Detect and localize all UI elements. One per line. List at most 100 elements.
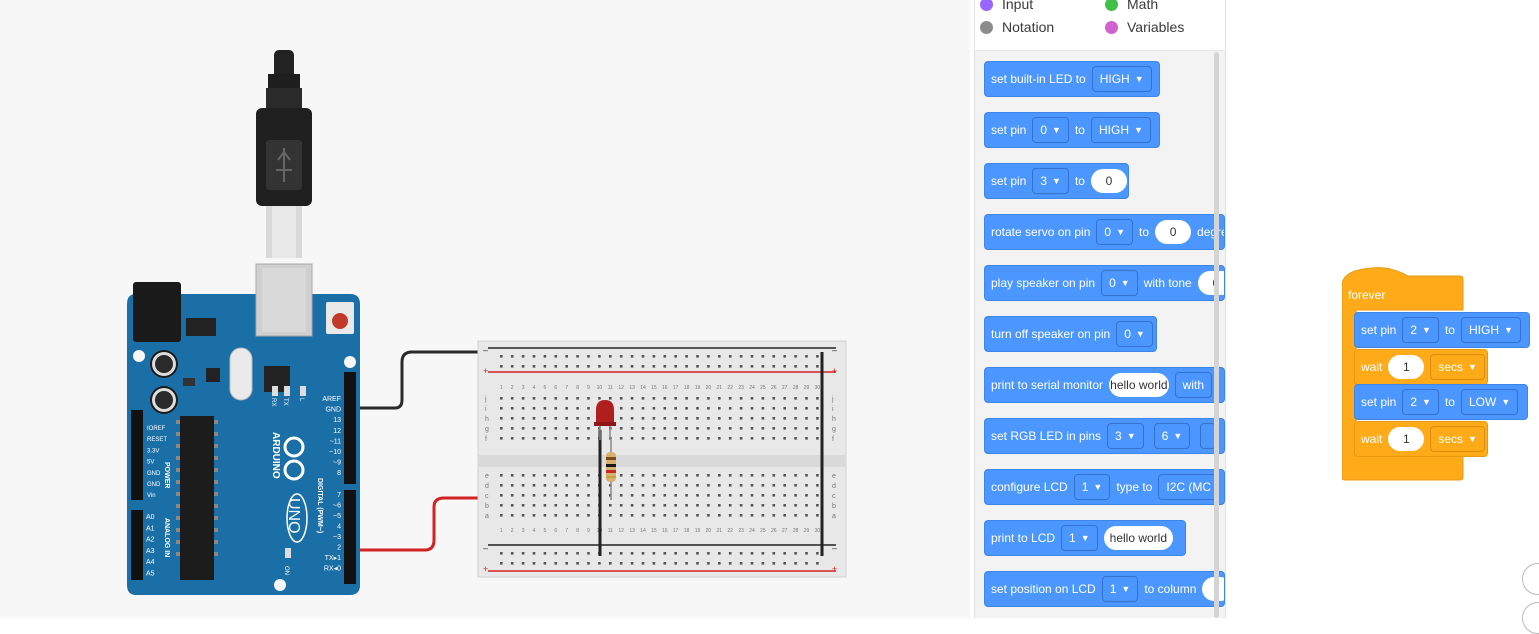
column-label: 4 (533, 528, 536, 534)
angle-input[interactable]: 0 (1155, 220, 1192, 244)
block-print-lcd[interactable]: print to LCD 1 ▼ hello world (984, 520, 1186, 556)
text-input[interactable]: hello world (1103, 526, 1173, 550)
ws-wait-2[interactable]: wait 1 secs ▼ (1354, 421, 1488, 457)
ws-set-pin-high[interactable]: set pin 2 ▼ to HIGH ▼ (1354, 312, 1530, 348)
lcd-dropdown[interactable]: 1 ▼ (1101, 576, 1139, 602)
breadboard-hole (696, 562, 699, 565)
caret-down-icon: ▼ (1121, 584, 1131, 594)
block-rotate-servo[interactable]: rotate servo on pin 0 ▼ to 0 degre (984, 214, 1225, 250)
breadboard-hole (663, 437, 667, 440)
breadboard-hole (630, 437, 634, 440)
block-set-position-lcd[interactable]: set position on LCD 1 ▼ to column (984, 571, 1225, 607)
breadboard[interactable]: – + – + – + – + (477, 340, 847, 578)
breadboard-hole (510, 407, 514, 410)
pin-dropdown[interactable]: 0 ▼ (1032, 117, 1069, 143)
breadboard-hole (707, 514, 710, 517)
category-math[interactable]: Math (1105, 0, 1158, 12)
breadboard-hole (696, 397, 699, 400)
column-label: 13 (629, 385, 635, 391)
state-dropdown[interactable]: LOW ▼ (1460, 389, 1519, 415)
breadboard-hole (619, 365, 623, 368)
breadboard-hole (598, 562, 601, 565)
block-label: set pin (1361, 395, 1397, 409)
circuit-canvas[interactable]: ARDUINO UNO POWER ANALOG IN DIGITAL (PWM… (0, 0, 970, 618)
pin-dropdown[interactable]: 0 ▼ (1101, 270, 1138, 296)
breadboard-hole (805, 552, 808, 555)
block-print-serial[interactable]: print to serial monitor hello world with (984, 367, 1225, 403)
breadboard-hole (510, 514, 514, 517)
value-input[interactable]: 0 (1090, 169, 1127, 193)
ws-wait-1[interactable]: wait 1 secs ▼ (1354, 349, 1488, 385)
block-set-pin-analog[interactable]: set pin 3 ▼ to 0 (984, 163, 1129, 199)
pin-dropdown[interactable]: 2 ▼ (1402, 317, 1439, 343)
breadboard-hole (576, 484, 579, 487)
breadboard-hole (696, 417, 699, 420)
lcd-dropdown[interactable]: 1 ▼ (1073, 474, 1111, 500)
lcd-type-dropdown[interactable]: I2C (MC (1158, 474, 1220, 500)
block-palette[interactable]: Input Math Notation Variables set built-… (974, 0, 1226, 618)
breadboard-hole (500, 474, 503, 477)
breadboard-hole (630, 355, 634, 358)
pin-dropdown[interactable]: 2 ▼ (1402, 389, 1439, 415)
breadboard-hole (532, 437, 536, 440)
wait-value-input[interactable]: 1 (1388, 355, 1425, 379)
column-label: 27 (782, 528, 788, 534)
pin-dropdown[interactable]: 0 ▼ (1096, 219, 1134, 245)
column-label: 9 (587, 528, 590, 534)
breadboard-hole (532, 484, 536, 487)
lcd-dropdown[interactable]: 1 ▼ (1061, 525, 1098, 551)
breadboard-hole (674, 397, 677, 400)
block-configure-lcd[interactable]: configure LCD 1 ▼ type to I2C (MC (984, 469, 1225, 505)
unit-dropdown[interactable]: secs ▼ (1430, 354, 1485, 380)
red-pin-dropdown[interactable]: 3 ▼ (1107, 423, 1144, 449)
pin-dropdown[interactable]: 3 ▼ (1032, 168, 1069, 194)
code-workspace[interactable]: forever set pin 2 ▼ to HIGH ▼ wait 1 secs ▼… (1226, 0, 1539, 618)
column-label: 24 (749, 385, 755, 391)
breadboard-hole (630, 562, 634, 565)
palette-scrollbar[interactable] (1214, 52, 1219, 618)
category-input[interactable]: Input (980, 0, 1033, 12)
breadboard-hole (576, 365, 579, 368)
pin-dropdown[interactable]: 0 ▼ (1116, 321, 1153, 347)
block-set-builtin-led[interactable]: set built-in LED to HIGH ▼ (984, 61, 1160, 97)
category-notation[interactable]: Notation (980, 19, 1054, 35)
breadboard-hole (772, 365, 776, 368)
breadboard-hole (663, 407, 667, 410)
breadboard-hole (576, 552, 579, 555)
block-set-pin-digital[interactable]: set pin 0 ▼ to HIGH ▼ (984, 112, 1160, 148)
newline-dropdown[interactable]: with (1174, 372, 1212, 398)
block-label: to (1444, 323, 1455, 337)
wait-value-input[interactable]: 1 (1388, 427, 1425, 451)
led-state-dropdown[interactable]: HIGH ▼ (1091, 66, 1152, 92)
breadboard-hole (587, 494, 590, 497)
unit-dropdown[interactable]: secs ▼ (1430, 426, 1485, 452)
usb-cable[interactable] (256, 50, 312, 258)
state-dropdown[interactable]: HIGH ▼ (1090, 117, 1151, 143)
breadboard-hole (761, 484, 765, 487)
svg-text:+: + (483, 366, 488, 376)
breadboard-hole (630, 397, 634, 400)
green-pin-dropdown[interactable]: 6 ▼ (1153, 423, 1191, 449)
block-turn-off-speaker[interactable]: turn off speaker on pin 0 ▼ (984, 316, 1157, 352)
breadboard-hole (696, 552, 699, 555)
column-label: 25 (760, 385, 766, 391)
breadboard-hole (674, 484, 677, 487)
breadboard-hole (652, 514, 656, 517)
tone-input[interactable]: 6 (1197, 271, 1224, 295)
breadboard-hole (565, 355, 568, 358)
block-set-rgb-led[interactable]: set RGB LED in pins 3 ▼ 6 ▼ (984, 418, 1225, 454)
breadboard-hole (707, 562, 710, 565)
breadboard-hole (587, 504, 590, 507)
text-input[interactable]: hello world (1109, 373, 1169, 397)
ws-set-pin-low[interactable]: set pin 2 ▼ to LOW ▼ (1354, 384, 1528, 420)
breadboard-hole (663, 365, 667, 368)
breadboard-hole (739, 365, 743, 368)
breadboard-hole (554, 355, 558, 358)
block-play-speaker[interactable]: play speaker on pin 0▼ with tone 6 (984, 265, 1225, 301)
column-label: 16 (662, 385, 668, 391)
state-dropdown[interactable]: HIGH ▼ (1460, 317, 1521, 343)
breadboard-hole (565, 474, 568, 477)
category-variables[interactable]: Variables (1105, 19, 1184, 35)
digital-pin-label: GND (325, 407, 341, 414)
column-label: 11 (608, 385, 613, 391)
